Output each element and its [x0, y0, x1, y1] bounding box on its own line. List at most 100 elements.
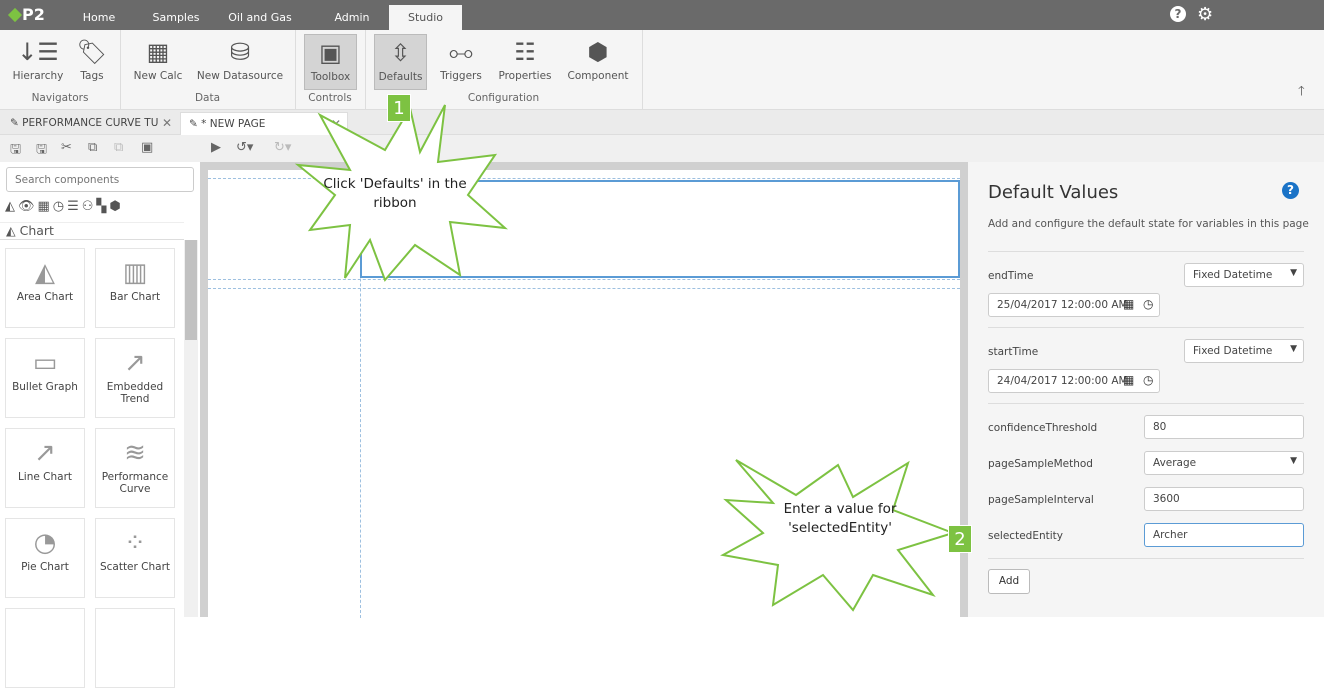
page-sample-interval-label: pageSampleInterval — [988, 494, 1094, 506]
component-pie-chart[interactable]: ◔ Pie Chart — [5, 518, 85, 598]
scroll-thumb[interactable] — [185, 240, 197, 340]
new-datasource-button[interactable]: ⛁ New Datasource — [196, 34, 284, 90]
callout-2-text: Enter a value for 'selectedEntity' — [783, 501, 897, 536]
component-scatter-chart[interactable]: ⁘ Scatter Chart — [95, 518, 175, 598]
value: Fixed Datetime — [1193, 269, 1273, 281]
play-icon[interactable]: ▶ — [211, 140, 221, 155]
label: Triggers — [440, 70, 482, 82]
properties-icon: ☷ — [514, 38, 536, 66]
confidence-threshold-input[interactable]: 80 — [1144, 415, 1304, 439]
page-sample-method-select[interactable]: Average ▼ — [1144, 451, 1304, 475]
component-performance-curve[interactable]: ≋ Performance Curve — [95, 428, 175, 508]
component-more[interactable] — [5, 608, 85, 688]
tag-icon: 🏷 — [76, 38, 108, 66]
document-tabs: ✎ PERFORMANCE CURVE TU✕ ✎ * NEW PAGE✕ — [0, 110, 1324, 135]
step-badge-2: 2 — [948, 525, 972, 553]
endtime-input[interactable]: 25/04/2017 12:00:00 AM ▦ ◷ — [988, 293, 1160, 317]
nav-tab-samples[interactable]: Samples — [143, 0, 209, 30]
nav-tab-admin[interactable]: Admin — [325, 0, 379, 30]
confidence-threshold-label: confidenceThreshold — [988, 422, 1098, 434]
component-bar-chart[interactable]: ▥ Bar Chart — [95, 248, 175, 328]
value: 24/04/2017 12:00:00 AM — [997, 375, 1128, 387]
chevron-down-icon: ▼ — [1290, 456, 1297, 466]
p2-logo[interactable]: P2 — [7, 5, 45, 24]
performance-curve-icon: ≋ — [124, 438, 146, 468]
category-header[interactable]: ◭ Chart — [0, 222, 184, 240]
calendar-icon[interactable]: ▦ — [1123, 373, 1134, 387]
search-components-input[interactable] — [6, 167, 194, 192]
add-button[interactable]: Add — [988, 569, 1030, 594]
close-icon[interactable]: ✕ — [162, 112, 172, 135]
category-filter-icons[interactable]: ◭👁▦◷☰⚇▚⬢ — [5, 199, 124, 214]
group-navigators: Navigators — [31, 92, 89, 104]
save-icon[interactable]: 🖫 — [10, 140, 21, 162]
calendar-icon[interactable]: ▦ — [1123, 297, 1134, 311]
divider — [988, 558, 1304, 559]
panel-title: Default Values — [988, 182, 1119, 203]
callout-1-text: Click 'Defaults' in the ribbon — [323, 176, 467, 211]
redo-icon[interactable]: ↻▾ — [274, 140, 291, 155]
triggers-button[interactable]: ⧟ Triggers — [436, 34, 486, 90]
label: Hierarchy — [12, 70, 64, 82]
doc-tab-performance-curve[interactable]: ✎ PERFORMANCE CURVE TU ✕ — [2, 112, 178, 135]
preview-icon[interactable]: ▣ — [141, 140, 153, 155]
label: Pie Chart — [21, 561, 69, 573]
divider — [988, 327, 1304, 328]
help-icon[interactable]: ? — [1170, 6, 1186, 22]
divider — [988, 403, 1304, 404]
hierarchy-button[interactable]: ↓☰ Hierarchy — [10, 34, 66, 90]
new-calc-button[interactable]: ▦ New Calc — [130, 34, 186, 90]
nav-tab-studio[interactable]: Studio — [389, 5, 462, 30]
toolbox-button[interactable]: ▣ Toolbox — [304, 34, 357, 90]
tab-label: PERFORMANCE CURVE TU — [22, 117, 159, 129]
undo-icon[interactable]: ↺▾ — [236, 140, 253, 155]
cube-icon: ⬢ — [587, 38, 609, 66]
component-more[interactable] — [95, 608, 175, 688]
save-as-icon[interactable]: 🖫 — [36, 140, 47, 162]
help-icon[interactable]: ? — [1282, 182, 1299, 199]
label: Bar Chart — [109, 291, 161, 303]
cut-icon[interactable]: ✂ — [61, 140, 72, 155]
collapse-ribbon-icon[interactable]: 🡑 — [1298, 82, 1305, 104]
page-sample-interval-input[interactable]: 3600 — [1144, 487, 1304, 511]
tags-button[interactable]: 🏷 Tags — [72, 34, 112, 90]
endtime-label: endTime — [988, 270, 1034, 282]
starttime-label: startTime — [988, 346, 1039, 358]
clock-icon[interactable]: ◷ — [1143, 297, 1153, 311]
line-chart-icon: ↗ — [34, 438, 56, 468]
starttime-input[interactable]: 24/04/2017 12:00:00 AM ▦ ◷ — [988, 369, 1160, 393]
label: Component — [567, 70, 629, 82]
page-sample-method-label: pageSampleMethod — [988, 458, 1093, 470]
selected-entity-label: selectedEntity — [988, 530, 1063, 542]
editor-toolbar: 🖫 🖫 ✂ ⧉ ⧉ ▣ ▶ ↺▾ ↻▾ — [0, 135, 1324, 162]
trend-icon: ↗ — [124, 348, 146, 378]
bullet-graph-icon: ▭ — [32, 348, 58, 378]
label: Bullet Graph — [12, 381, 78, 393]
pie-chart-icon: ◔ — [33, 528, 57, 558]
copy-icon[interactable]: ⧉ — [88, 140, 97, 155]
chevron-down-icon: ▼ — [1290, 344, 1297, 354]
group-data: Data — [194, 92, 221, 104]
component-line-chart[interactable]: ↗ Line Chart — [5, 428, 85, 508]
gear-icon[interactable]: ⚙ — [1197, 4, 1213, 25]
scatter-chart-icon: ⁘ — [124, 528, 146, 558]
clock-icon[interactable]: ◷ — [1143, 373, 1153, 387]
component-button[interactable]: ⬢ Component — [564, 34, 632, 90]
area-chart-icon: ◭ — [35, 258, 55, 288]
component-bullet-graph[interactable]: ▭ Bullet Graph — [5, 338, 85, 418]
bar-chart-icon: ▥ — [122, 258, 148, 288]
component-area-chart[interactable]: ◭ Area Chart — [5, 248, 85, 328]
nav-tab-oil-and-gas[interactable]: Oil and Gas — [225, 0, 295, 30]
starttime-mode-select[interactable]: Fixed Datetime ▼ — [1184, 339, 1304, 363]
component-embedded-trend[interactable]: ↗ Embedded Trend — [95, 338, 175, 418]
scrollbar[interactable] — [184, 240, 198, 617]
endtime-mode-select[interactable]: Fixed Datetime ▼ — [1184, 263, 1304, 287]
paste-icon[interactable]: ⧉ — [114, 140, 123, 155]
divider — [988, 251, 1304, 252]
default-values-panel: Default Values ? Add and configure the d… — [968, 162, 1324, 617]
defaults-button[interactable]: ⇳ Defaults — [374, 34, 427, 90]
properties-button[interactable]: ☷ Properties — [496, 34, 554, 90]
label: New Calc — [133, 70, 183, 82]
selected-entity-input[interactable]: Archer — [1144, 523, 1304, 547]
nav-tab-home[interactable]: Home — [70, 0, 128, 30]
